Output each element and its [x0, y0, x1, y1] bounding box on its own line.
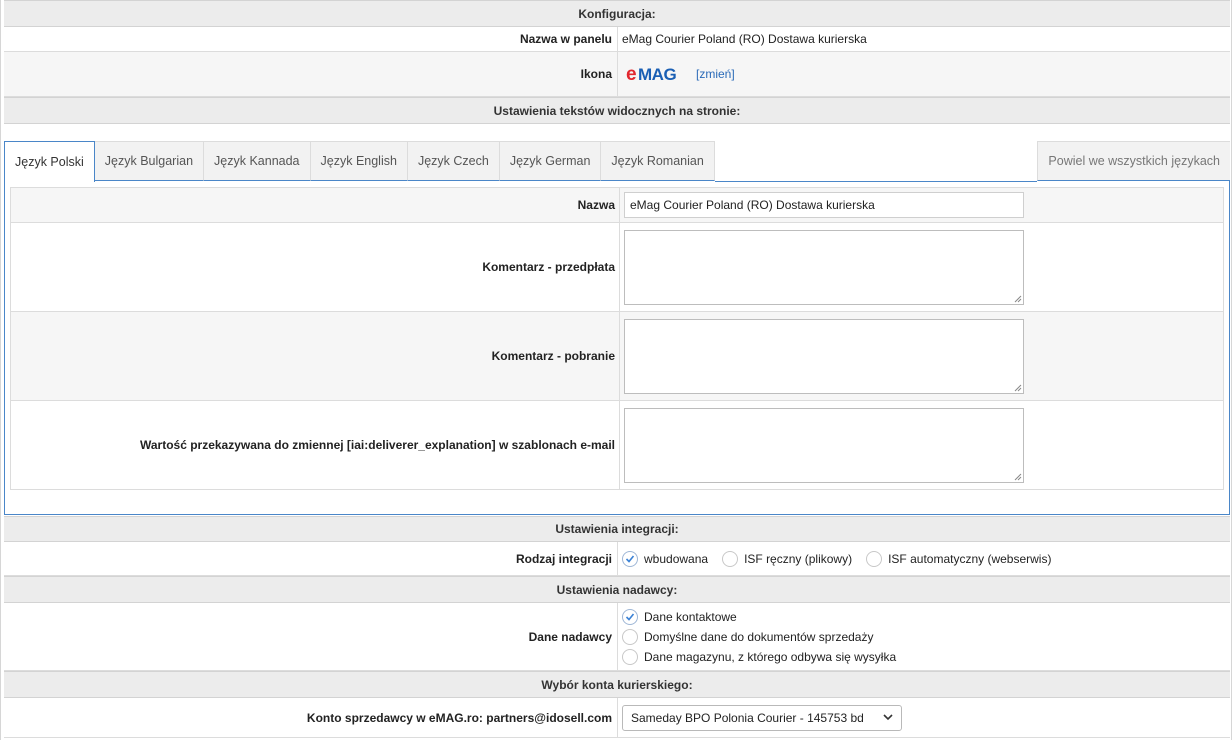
- variable-textarea[interactable]: [624, 407, 1024, 483]
- resize-grip-icon[interactable]: [1014, 473, 1022, 481]
- name-label: Nazwa: [11, 188, 620, 222]
- courier-account-select[interactable]: Sameday BPO Polonia Courier - 145753 bd: [622, 704, 902, 731]
- panel-name-row: Nazwa w panelu eMag Courier Poland (RO) …: [4, 27, 1230, 52]
- integration-type-row: Rodzaj integracji wbudowana ISF ręczny (…: [4, 542, 1230, 576]
- language-panel: Nazwa eMag Courier Poland (RO) Dostawa k…: [4, 181, 1230, 515]
- prepay-textarea[interactable]: [624, 229, 1024, 305]
- courier-account-selected: Sameday BPO Polonia Courier - 145753 bd: [631, 710, 864, 725]
- radio-default-sales-data[interactable]: Domyślne dane do dokumentów sprzedaży: [622, 628, 896, 645]
- courier-account-label: Konto sprzedawcy w eMAG.ro: partners@ido…: [4, 698, 618, 737]
- chevron-down-icon: [883, 714, 893, 721]
- cod-textarea[interactable]: [624, 318, 1024, 394]
- tab-romanian[interactable]: Język Romanian: [601, 141, 715, 181]
- radio-wbudowana[interactable]: wbudowana: [622, 550, 708, 567]
- icon-label: Ikona: [4, 52, 618, 96]
- copy-all-languages-button[interactable]: Powiel we wszystkich językach: [1037, 141, 1230, 181]
- radio-isf-manual[interactable]: ISF ręczny (plikowy): [722, 550, 852, 567]
- checkmark-icon[interactable]: [622, 550, 638, 567]
- resize-grip-icon[interactable]: [1014, 295, 1022, 303]
- tab-english[interactable]: Język English: [310, 141, 408, 181]
- integration-type-label: Rodzaj integracji: [4, 542, 618, 575]
- tab-kannada[interactable]: Język Kannada: [204, 141, 311, 181]
- cod-row: Komentarz - pobranie: [10, 312, 1224, 401]
- variable-label: Wartość przekazywana do zmiennej [iai:de…: [11, 401, 620, 489]
- panel-name-label: Nazwa w panelu: [4, 27, 618, 51]
- svg-text:MAG: MAG: [638, 65, 676, 84]
- texts-section-header: Ustawienia tekstów widocznych na stronie…: [4, 97, 1230, 124]
- panel-name-value: eMag Courier Poland (RO) Dostawa kuriers…: [622, 32, 867, 46]
- cod-label: Komentarz - pobranie: [11, 312, 620, 400]
- prepay-label: Komentarz - przedpłata: [11, 223, 620, 311]
- courier-account-row: Konto sprzedawcy w eMAG.ro: partners@ido…: [4, 698, 1230, 738]
- tab-german[interactable]: Język German: [499, 141, 602, 181]
- config-header-text: Konfiguracja:: [578, 6, 656, 21]
- integration-section-header: Ustawienia integracji:: [4, 516, 1230, 542]
- radio-isf-auto[interactable]: ISF automatyczny (webserwis): [866, 550, 1051, 567]
- checkmark-icon[interactable]: [622, 608, 638, 625]
- variable-row: Wartość przekazywana do zmiennej [iai:de…: [10, 401, 1224, 490]
- texts-header-text: Ustawienia tekstów widocznych na stronie…: [493, 103, 741, 118]
- tab-czech[interactable]: Język Czech: [407, 141, 500, 181]
- name-row: Nazwa eMag Courier Poland (RO) Dostawa k…: [10, 187, 1224, 223]
- icon-row: Ikona e MAG [zmień]: [4, 52, 1230, 97]
- courier-header-text: Wybór konta kurierskiego:: [541, 677, 693, 692]
- integration-header-text: Ustawienia integracji:: [555, 522, 679, 536]
- tab-polski[interactable]: Język Polski: [4, 141, 95, 182]
- radio-contact-data[interactable]: Dane kontaktowe: [622, 608, 896, 625]
- resize-grip-icon[interactable]: [1014, 384, 1022, 392]
- sender-header-text: Ustawienia nadawcy:: [556, 582, 678, 597]
- config-section-header: Konfiguracja:: [4, 0, 1230, 27]
- svg-text:e: e: [626, 64, 637, 84]
- change-icon-link[interactable]: [zmień]: [696, 67, 735, 81]
- language-tabs: Język Polski Język Bulgarian Język Kanna…: [4, 141, 1230, 182]
- name-input[interactable]: eMag Courier Poland (RO) Dostawa kuriers…: [624, 192, 1024, 218]
- sender-data-label: Dane nadawcy: [4, 603, 618, 670]
- sender-data-row: Dane nadawcy Dane kontaktowe Domyślne da…: [4, 603, 1230, 671]
- prepay-row: Komentarz - przedpłata: [10, 223, 1224, 312]
- tab-bulgarian[interactable]: Język Bulgarian: [94, 141, 205, 181]
- emag-logo: e MAG: [626, 64, 690, 84]
- sender-section-header: Ustawienia nadawcy:: [4, 576, 1230, 603]
- radio-warehouse-data[interactable]: Dane magazynu, z którego odbywa się wysy…: [622, 648, 896, 665]
- settings-page: Konfiguracja: Nazwa w panelu eMag Courie…: [0, 0, 1232, 740]
- courier-section-header: Wybór konta kurierskiego:: [4, 671, 1230, 698]
